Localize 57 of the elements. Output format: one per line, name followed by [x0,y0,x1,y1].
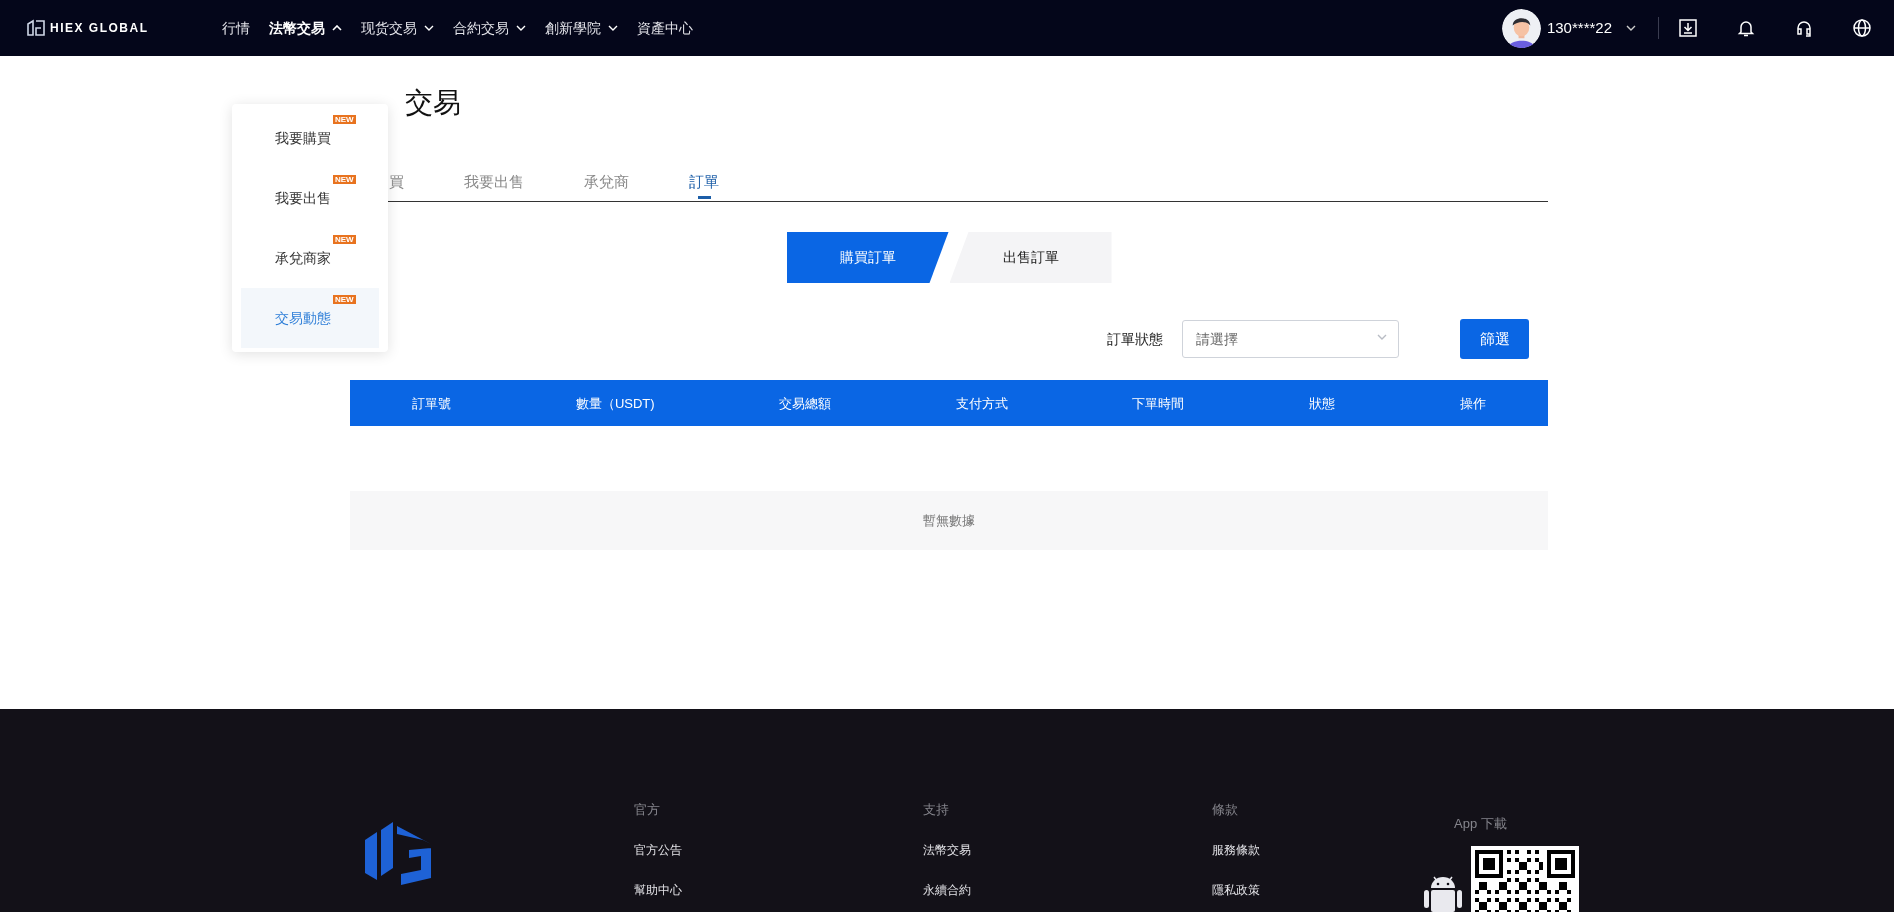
brand-name: HIEX GLOBAL [50,20,149,37]
tab[interactable]: 買 [389,153,404,201]
filter-label: 訂單狀態 [1107,329,1163,349]
menu-item-label: 我要購買 [275,129,331,146]
download-icon[interactable] [1678,18,1698,38]
tab[interactable]: 我要出售 [464,153,524,201]
username[interactable]: 130****22 [1546,16,1612,40]
footer-heading: App 下載 [1454,816,1508,832]
empty-message: 暫無數據 [923,511,975,530]
nav-link[interactable]: 现货交易 [360,17,434,39]
chevron-up-icon [331,25,342,31]
footer-link[interactable]: 永續合約 [923,882,1212,898]
column-header: 交易總額 [779,396,832,411]
nav-link[interactable]: 創新學院 [544,17,618,39]
column-header: 訂單號 [412,396,452,411]
new-badge: NEW [333,174,356,184]
logo-icon [26,19,46,37]
bell-icon[interactable] [1736,18,1756,38]
chevron-down-icon [1626,25,1636,31]
menu-item[interactable]: 交易動態 NEW [241,288,379,348]
filter-button[interactable]: 篩選 [1460,319,1529,359]
column-header: 支付方式 [955,396,1008,411]
column-header: 操作 [1459,396,1486,411]
tab[interactable]: 訂單 [689,153,719,201]
nav-link[interactable]: 合約交易 [452,17,526,39]
chevron-down-icon [515,25,526,31]
footer-heading: 條款 [1212,802,1239,818]
nav-link[interactable]: 行情 [221,17,250,39]
menu-item-label: 交易動態 [275,309,331,326]
chevron-down-icon [607,25,618,31]
new-badge: NEW [333,114,356,124]
new-badge: NEW [333,294,356,304]
order-type-tab[interactable]: 出售訂單 [949,232,1112,283]
footer-heading: 官方 [634,802,661,818]
status-select[interactable]: 請選擇 [1182,320,1399,358]
footer-link[interactable]: 幫助中心 [634,882,923,898]
order-type-tab[interactable]: 購買訂單 [786,232,949,283]
footer-heading: 支持 [923,802,950,818]
footer-link[interactable]: 法幣交易 [923,842,1212,858]
menu-item-label: 我要出售 [275,189,331,206]
chevron-down-icon [1377,334,1387,340]
nav-link[interactable]: 法幣交易 [268,17,342,39]
column-header: 下單時間 [1132,396,1185,411]
page-title: 交易 [405,86,462,120]
tab[interactable]: 承兌商 [584,153,629,201]
new-badge: NEW [333,234,356,244]
chevron-down-icon [423,25,434,31]
menu-item-label: 承兌商家 [275,249,331,266]
footer-link[interactable]: 隱私政策 [1212,882,1423,898]
column-header: 狀態 [1309,396,1336,411]
nav-link[interactable]: 資產中心 [636,17,693,39]
headset-icon[interactable] [1794,18,1814,38]
globe-icon[interactable] [1852,18,1872,38]
footer-link[interactable]: 服務條款 [1212,842,1423,858]
footer-link[interactable]: 官方公告 [634,842,923,858]
avatar[interactable] [1501,8,1541,48]
column-header: 數量（USDT) [575,396,655,411]
